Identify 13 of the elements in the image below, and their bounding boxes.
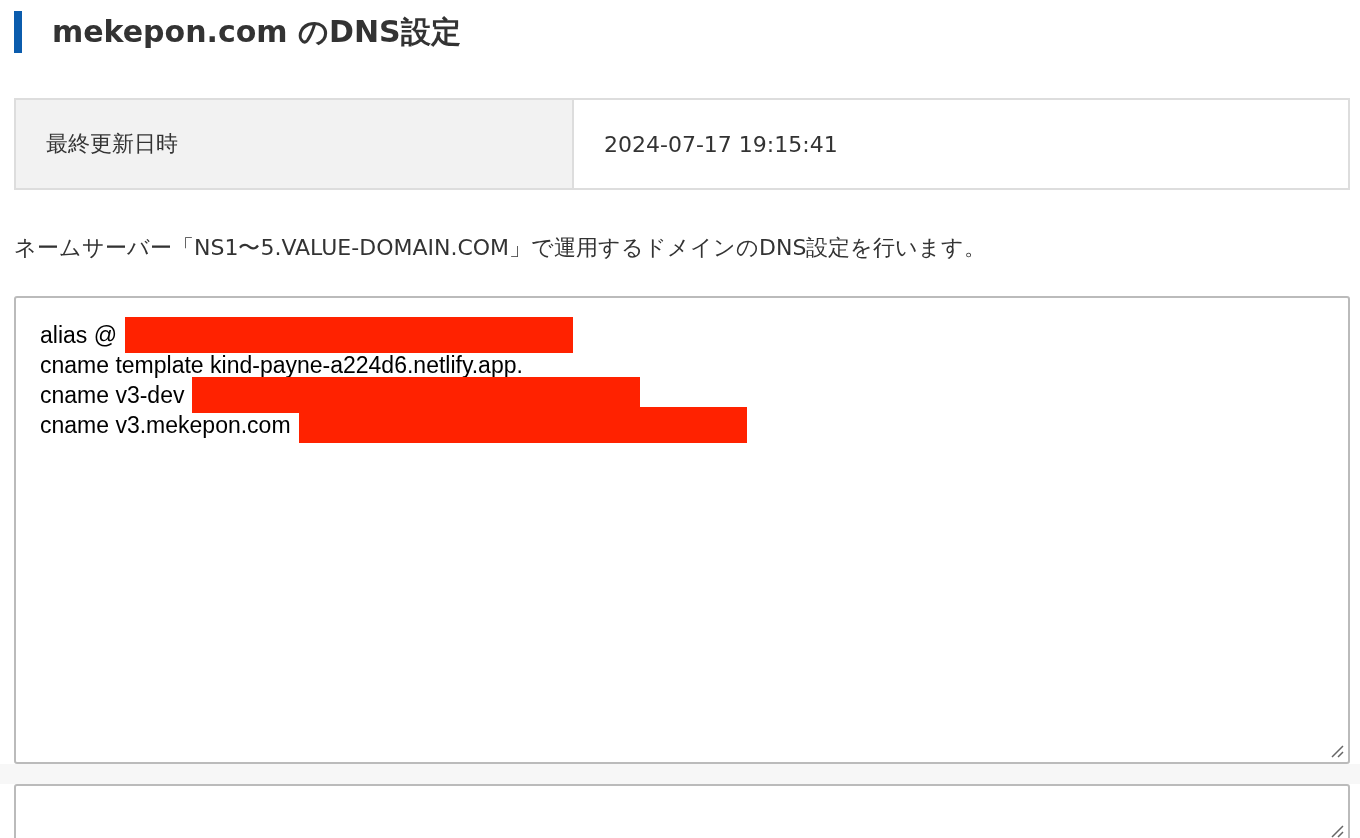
- record-line: cname template kind-payne-a224d6.netlify.app.: [40, 351, 523, 380]
- resize-handle-icon[interactable]: [1330, 744, 1344, 758]
- resize-handle-icon[interactable]: [1330, 824, 1344, 838]
- title-accent-bar: [14, 11, 22, 53]
- page-title: mekepon.com のDNS設定: [52, 12, 461, 51]
- record-line: cname v3.mekepon.com: [40, 411, 291, 440]
- table-cell: 2024-07-17 19:15:41: [573, 99, 1349, 189]
- description-text: ネームサーバー「NS1〜5.VALUE-DOMAIN.COM」で運用するドメインのDNS設定を行います。: [14, 234, 988, 262]
- text-field[interactable]: [14, 784, 1350, 838]
- record-line: cname v3-dev: [40, 381, 185, 410]
- dns-records-field[interactable]: alias @ cname template kind-payne-a224d6.netlify.app. cname v3-dev cname v3.mekepon.com: [14, 296, 1350, 764]
- table-header-cell: 最終更新日時: [15, 99, 573, 189]
- record-line: alias @: [40, 321, 118, 350]
